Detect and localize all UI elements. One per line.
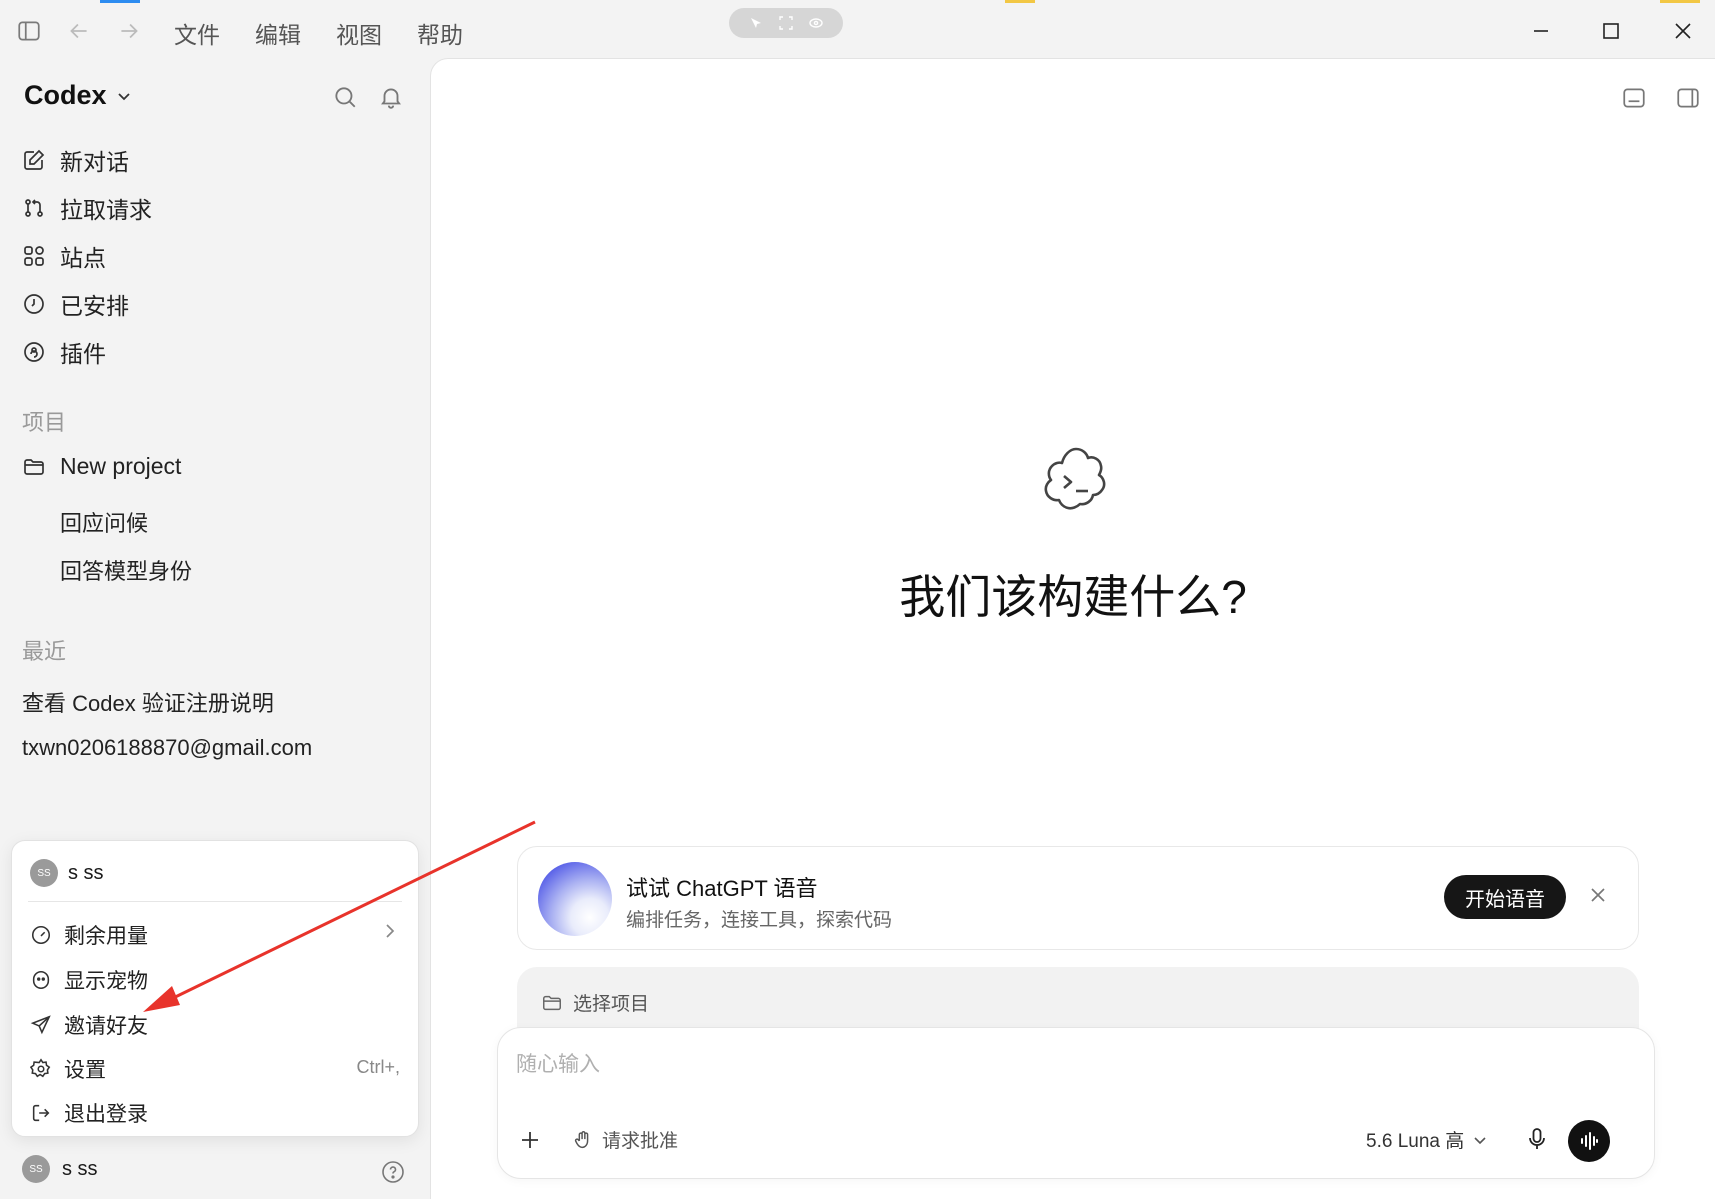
recent-item[interactable]: 查看 Codex 验证注册说明 xyxy=(22,686,274,718)
menu-item-label: 设置 xyxy=(64,1059,106,1082)
menu-item-label: 剩余用量 xyxy=(64,925,148,948)
folder-icon xyxy=(541,992,563,1014)
project-selector-label: 选择项目 xyxy=(573,994,650,1015)
menu-item-usage[interactable]: 剩余用量 xyxy=(30,920,148,950)
codex-logo-icon xyxy=(1036,441,1116,521)
menu-item-settings[interactable]: 设置 xyxy=(30,1054,106,1084)
chevron-down-icon xyxy=(1472,1132,1488,1148)
nav-plugins[interactable]: 插件 xyxy=(22,335,106,369)
logout-icon xyxy=(30,1102,52,1124)
account-button[interactable]: SS s ss xyxy=(22,1155,98,1183)
pull-request-icon xyxy=(22,196,46,220)
start-voice-button[interactable]: 开始语音 xyxy=(1444,875,1566,919)
project-new-project[interactable]: New project xyxy=(22,453,181,480)
recent-item[interactable]: txwn0206188870@gmail.com xyxy=(22,735,312,761)
popup-user: SS s ss xyxy=(30,859,104,887)
edit-icon xyxy=(22,148,46,172)
voice-orb-icon xyxy=(538,862,612,936)
plus-icon[interactable] xyxy=(518,1128,542,1152)
hand-icon xyxy=(572,1129,594,1151)
settings-shortcut: Ctrl+, xyxy=(356,1057,400,1077)
top-accent-blue xyxy=(100,0,140,3)
hero-title: 我们该构建什么? xyxy=(899,571,1247,623)
bell-icon[interactable] xyxy=(378,84,404,110)
voice-card-subtitle: 编排任务，连接工具，探索代码 xyxy=(626,910,893,931)
prompt-input[interactable] xyxy=(516,1048,1616,1088)
send-icon xyxy=(30,1014,52,1036)
nav-label: 拉取请求 xyxy=(60,197,152,223)
nav-label: 新对话 xyxy=(60,149,129,175)
brand-name: Codex xyxy=(24,80,107,110)
approval-label: 请求批准 xyxy=(602,1131,679,1152)
voice-mode-button[interactable] xyxy=(1568,1120,1610,1162)
nav-sites[interactable]: 站点 xyxy=(22,239,106,273)
popup-user-name: s ss xyxy=(68,861,104,884)
microphone-icon[interactable] xyxy=(1525,1126,1549,1152)
avatar: SS xyxy=(22,1155,50,1183)
plugin-icon xyxy=(22,340,46,364)
folder-icon xyxy=(22,455,46,479)
nav-new-chat[interactable]: 新对话 xyxy=(22,143,129,177)
menu-edit[interactable]: 编辑 xyxy=(255,16,301,50)
help-icon[interactable] xyxy=(381,1160,405,1184)
popup-divider xyxy=(28,901,402,902)
composer: 请求批准 5.6 Luna 高 xyxy=(497,1027,1655,1179)
main-panel: 我们该构建什么? 试试 ChatGPT 语音 编排任务，连接工具，探索代码 开始… xyxy=(430,58,1715,1199)
projects-section-label: 项目 xyxy=(22,410,67,435)
title-bar: 文件 编辑 视图 帮助 xyxy=(0,0,1715,60)
model-label: 5.6 Luna 高 xyxy=(1366,1131,1465,1152)
side-panel-icon[interactable] xyxy=(1675,85,1701,111)
account-menu: SS s ss 剩余用量 显示宠物 邀请好友 设置 Ctrl+, 退出登录 xyxy=(11,840,419,1137)
nav-scheduled[interactable]: 已安排 xyxy=(22,287,129,321)
region-icon[interactable] xyxy=(779,16,793,30)
close-window-button[interactable] xyxy=(1666,14,1700,48)
gauge-icon xyxy=(30,924,52,946)
top-accent-yellow-right xyxy=(1660,0,1700,3)
menu-view[interactable]: 视图 xyxy=(336,16,382,50)
nav-pull-requests[interactable]: 拉取请求 xyxy=(22,191,152,225)
pet-icon xyxy=(30,969,52,991)
eye-icon[interactable] xyxy=(809,16,823,30)
project-name: New project xyxy=(60,453,182,479)
gear-icon xyxy=(30,1058,52,1080)
menu-help[interactable]: 帮助 xyxy=(417,16,463,50)
menu-item-logout[interactable]: 退出登录 xyxy=(30,1098,148,1128)
menu-item-show-pet[interactable]: 显示宠物 xyxy=(30,965,148,995)
project-thread-item[interactable]: 回答模型身份 xyxy=(60,554,192,586)
project-thread-item[interactable]: 回应问候 xyxy=(60,506,148,538)
menu-item-invite-friends[interactable]: 邀请好友 xyxy=(30,1010,148,1040)
sidebar-toggle-icon[interactable] xyxy=(16,18,42,44)
nav-label: 站点 xyxy=(60,245,106,271)
screen-capture-toolbar xyxy=(729,8,843,38)
top-accent-yellow xyxy=(1005,0,1035,3)
back-arrow-icon[interactable] xyxy=(66,18,92,44)
nav-label: 已安排 xyxy=(60,293,129,319)
chevron-right-icon xyxy=(380,921,400,941)
voice-card-title: 试试 ChatGPT 语音 xyxy=(626,876,818,901)
voice-promo-card: 试试 ChatGPT 语音 编排任务，连接工具，探索代码 开始语音 xyxy=(517,846,1639,950)
approval-mode-button[interactable]: 请求批准 xyxy=(572,1126,678,1153)
account-name: s ss xyxy=(62,1157,98,1180)
menu-item-label: 退出登录 xyxy=(64,1103,148,1126)
clock-icon xyxy=(22,292,46,316)
menu-item-label: 显示宠物 xyxy=(64,970,148,993)
close-icon[interactable] xyxy=(1588,885,1608,905)
avatar: SS xyxy=(30,859,58,887)
menu-file[interactable]: 文件 xyxy=(174,16,220,50)
chevron-down-icon xyxy=(115,87,133,105)
maximize-button[interactable] xyxy=(1594,14,1628,48)
forward-arrow-icon[interactable] xyxy=(116,18,142,44)
minimize-button[interactable] xyxy=(1524,14,1558,48)
workspace-switcher[interactable]: Codex xyxy=(24,80,133,111)
terminal-panel-icon[interactable] xyxy=(1621,85,1647,111)
model-selector[interactable]: 5.6 Luna 高 xyxy=(1366,1126,1488,1153)
recent-section-label: 最近 xyxy=(22,639,67,664)
search-icon[interactable] xyxy=(332,84,358,110)
pointer-icon[interactable] xyxy=(749,16,763,30)
menu-item-label: 邀请好友 xyxy=(64,1015,148,1038)
grid-icon xyxy=(22,244,46,268)
nav-label: 插件 xyxy=(60,341,106,367)
